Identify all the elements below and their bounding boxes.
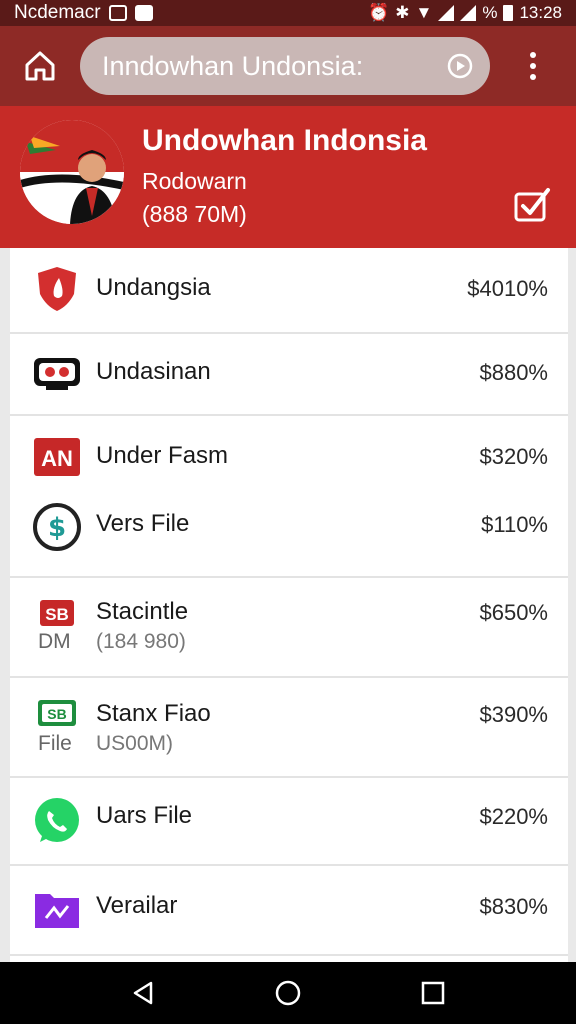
profile-meta: (888 70M) [142,201,247,227]
system-nav-bar [0,962,576,1024]
folder-icon [32,884,82,934]
item-tag: DM [38,630,71,653]
svg-text:AN: AN [41,446,73,471]
item-value: $220% [479,804,548,829]
signal-icon [438,5,455,21]
item-title: Uars File [96,802,193,829]
svg-text:$: $ [48,513,66,543]
svg-text:SB: SB [47,706,66,722]
list-item[interactable]: AN Under Fasm $320% [10,416,568,496]
bluetooth-icon: ✱ [395,3,410,22]
back-icon [133,981,152,1005]
recents-button[interactable] [403,962,463,1024]
app-bar: Inndowhan Undonsia: [0,26,576,106]
edit-checkbox-icon[interactable] [512,184,554,226]
money-icon: SB [32,688,82,738]
media-icon [134,5,153,21]
url-bar[interactable]: Inndowhan Undonsia: [80,37,490,95]
item-title: Undasinan [96,358,211,385]
list-item[interactable]: Undangsia $4010% [10,248,568,334]
home-button[interactable] [0,26,80,106]
home-nav-button[interactable] [258,962,318,1024]
list-item[interactable]: Uars File $220% [10,778,568,866]
item-value: $320% [479,444,548,469]
profile-subtitle: Rodowarn [142,168,247,194]
back-button[interactable] [113,962,173,1024]
item-title: Under Fasm [96,442,229,469]
item-value: $110% [481,512,548,537]
more-vert-icon [530,52,536,80]
list-item[interactable]: $ Vers File $110% [10,496,568,578]
coin-icon: $ [32,502,82,552]
list-item[interactable]: SB DM Stacintle (184 980) $650% [10,578,568,678]
url-text: Inndowhan Undonsia: [102,50,364,81]
item-title: Stacintle [96,598,189,625]
home-circle-icon [275,980,301,1006]
item-list: Undangsia $4010% Undasinan $880% AN Unde… [10,248,568,962]
home-icon [25,51,55,81]
notification-icon [108,5,127,21]
list-item[interactable]: SB File Stanx Fiao US00M) $390% [10,678,568,778]
alarm-icon: ⏰ [368,3,390,22]
whatsapp-icon [32,796,82,846]
overflow-menu-button[interactable] [490,26,576,106]
play-circle-icon[interactable] [446,52,474,80]
svg-text:SB: SB [45,605,69,624]
item-value: $4010% [467,276,548,301]
item-value: $650% [479,600,548,625]
wifi-icon: ▼ [415,3,433,22]
item-subtitle: US00M) [96,732,174,755]
item-value: $830% [479,894,548,919]
clock: 13:28 [519,3,562,22]
list-item[interactable]: Verailar $830% [10,866,568,956]
item-title: Stanx Fiao [96,700,211,727]
item-title: Verailar [96,892,178,919]
item-tag: File [38,732,72,755]
battery-percent: % [482,3,498,22]
item-subtitle: (184 980) [96,630,186,653]
status-bar: Ncdemacr ⏰ ✱ ▼ % 13:28 [0,0,576,26]
list-item[interactable]: Undasinan $880% [10,334,568,416]
recents-icon [422,981,445,1005]
battery-icon [503,5,514,21]
signal-icon-2 [460,5,477,21]
shield-icon [32,264,82,314]
item-title: Undangsia [96,274,211,301]
item-value: $880% [479,360,548,385]
profile-header: Undowhan Indonsia Rodowarn (888 70M) [0,106,576,248]
item-value: $390% [479,702,548,727]
carrier-label: Ncdemacr [14,2,101,23]
an-badge-icon: AN [32,432,82,482]
avatar-image [20,120,124,224]
cassette-icon [32,348,82,398]
avatar[interactable] [20,120,124,224]
profile-title: Undowhan Indonsia [142,124,427,157]
item-title: Vers File [96,510,190,537]
